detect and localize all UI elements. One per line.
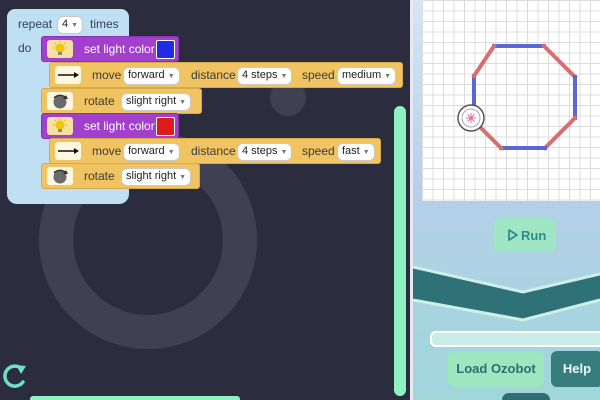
reset-icon[interactable] — [0, 358, 30, 392]
move-label: move — [92, 144, 122, 158]
distance-dropdown[interactable]: 4 steps ▼ — [237, 143, 293, 161]
run-label: Run — [521, 228, 547, 243]
direction-dropdown[interactable]: forward ▼ — [123, 143, 180, 161]
light-bulb-icon — [47, 117, 73, 135]
workspace-horizontal-scrollbar[interactable] — [30, 396, 240, 400]
progress-bar — [430, 331, 600, 347]
set-light-color-block[interactable]: set light color — [41, 36, 179, 62]
move-label: move — [92, 68, 122, 82]
rotate-block[interactable]: rotate slight right ▼ — [41, 88, 202, 114]
repeat-count-dropdown[interactable]: 4 ▼ — [57, 16, 84, 34]
light-color-swatch[interactable] — [156, 117, 175, 136]
code-workspace[interactable]: repeat 4 ▼ times do set light color move … — [0, 0, 410, 400]
times-label: times — [90, 17, 119, 31]
direction-dropdown[interactable]: forward ▼ — [123, 67, 180, 85]
do-label: do — [18, 41, 32, 55]
rotate-label: rotate — [84, 94, 115, 108]
speed-dropdown[interactable]: fast ▼ — [337, 143, 375, 161]
move-block[interactable]: move forward ▼ distance 4 steps ▼ speed fa… — [49, 138, 381, 164]
ozobot-icon — [457, 104, 485, 132]
set-light-color-label: set light color — [84, 42, 155, 56]
simulator-grid — [422, 0, 600, 201]
distance-dropdown[interactable]: 4 steps ▼ — [237, 67, 293, 85]
rotate-icon — [47, 92, 73, 110]
run-button[interactable]: Run — [494, 218, 556, 252]
help-button[interactable]: Help — [551, 351, 600, 387]
repeat-label: repeat — [18, 17, 53, 31]
decorative-wave — [413, 265, 600, 322]
speed-dropdown[interactable]: medium ▼ — [337, 67, 397, 85]
light-color-swatch[interactable] — [156, 40, 175, 59]
distance-label: distance — [191, 144, 236, 158]
ozobot-path — [471, 43, 578, 151]
arrow-right-icon — [55, 142, 81, 160]
bottom-decoration — [502, 393, 550, 400]
distance-label: distance — [191, 68, 236, 82]
move-block[interactable]: move forward ▼ distance 4 steps ▼ speed me… — [49, 62, 403, 88]
rotate-label: rotate — [84, 169, 115, 183]
light-bulb-icon — [47, 40, 73, 58]
speed-label: speed — [302, 68, 335, 82]
speed-label: speed — [302, 144, 335, 158]
rotate-dropdown[interactable]: slight right ▼ — [121, 93, 192, 111]
arrow-right-icon — [55, 66, 81, 84]
set-light-color-label: set light color — [84, 119, 155, 133]
workspace-vertical-scrollbar[interactable] — [394, 106, 406, 396]
rotate-block[interactable]: rotate slight right ▼ — [41, 163, 200, 189]
load-ozobot-button[interactable]: Load Ozobot — [448, 351, 544, 387]
rotate-dropdown[interactable]: slight right ▼ — [121, 168, 192, 186]
play-icon — [508, 229, 518, 241]
set-light-color-block[interactable]: set light color — [41, 113, 179, 139]
rotate-icon — [47, 167, 73, 185]
